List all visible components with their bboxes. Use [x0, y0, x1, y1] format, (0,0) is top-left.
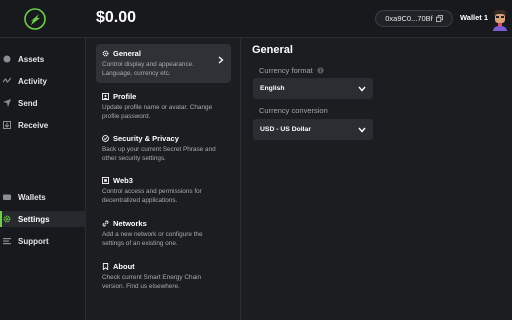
sidebar-item-label: Assets: [18, 54, 45, 64]
general-settings-panel: General Currency format English Currency…: [240, 38, 512, 320]
balance-amount: $0.00: [96, 9, 137, 26]
sidebar-item-label: Activity: [18, 76, 47, 86]
activity-icon: [3, 77, 11, 83]
avatar[interactable]: [491, 9, 509, 31]
settings-item-web3[interactable]: Web3 Control access and permissions for …: [96, 171, 231, 210]
wallet-address: 0xa9C0...70Bf: [385, 14, 433, 23]
settings-item-description: Control display and appearance. Language…: [102, 61, 195, 77]
gear-icon: [102, 50, 109, 57]
sidebar-item-activity[interactable]: Activity: [0, 73, 86, 89]
shield-icon: [102, 135, 109, 142]
network-icon: [102, 220, 109, 227]
currency-conversion-select[interactable]: USD - US Dollar: [253, 119, 373, 140]
field-label-text: Currency format: [259, 66, 313, 75]
currency-conversion-label: Currency conversion: [259, 106, 328, 115]
settings-item-description: Control access and permissions for decen…: [102, 188, 202, 204]
settings-item-description: Update profile name or avatar. Change pr…: [102, 104, 213, 120]
settings-item-title: General: [113, 49, 141, 58]
support-icon: [3, 238, 11, 245]
settings-item-title: About: [113, 262, 135, 271]
wallet-icon: [3, 194, 11, 200]
top-bar: $0.00 0xa9C0...70Bf Wallet 1: [0, 0, 512, 38]
receive-icon: [3, 121, 11, 129]
settings-item-title: Web3: [113, 176, 133, 185]
chevron-down-icon: [358, 86, 366, 92]
sidebar-item-label: Support: [18, 236, 49, 246]
copy-icon: [435, 15, 443, 22]
sidebar-item-support[interactable]: Support: [0, 233, 86, 249]
settings-item-title: Security & Privacy: [113, 134, 179, 143]
settings-item-profile[interactable]: Profile Update profile name or avatar. C…: [96, 87, 231, 126]
sidebar-item-label: Receive: [18, 120, 49, 130]
settings-item-title: Networks: [113, 219, 147, 228]
sidebar-item-send[interactable]: Send: [0, 95, 86, 111]
bookmark-icon: [102, 263, 109, 270]
gear-icon: [3, 215, 11, 223]
coin-icon: [3, 55, 11, 63]
sidebar: Assets Activity Send Receive Wallets Set…: [0, 38, 86, 320]
sidebar-item-label: Settings: [18, 214, 50, 224]
settings-item-security-privacy[interactable]: Security & Privacy Back up your current …: [96, 129, 231, 168]
settings-item-networks[interactable]: Networks Add a new network or configure …: [96, 214, 231, 253]
chevron-right-icon: [218, 56, 224, 64]
wallet-address-button[interactable]: 0xa9C0...70Bf: [375, 10, 453, 27]
web3-icon: [102, 177, 109, 184]
sidebar-item-receive[interactable]: Receive: [0, 117, 86, 133]
wallet-name[interactable]: Wallet 1: [460, 13, 488, 22]
field-label-text: Currency conversion: [259, 106, 328, 115]
sidebar-item-label: Send: [18, 98, 38, 108]
profile-icon: [102, 93, 109, 100]
sidebar-item-wallets[interactable]: Wallets: [0, 189, 86, 205]
currency-format-select[interactable]: English: [253, 78, 373, 99]
settings-item-description: Check current Smart Energy Chain version…: [102, 274, 202, 290]
sidebar-item-assets[interactable]: Assets: [0, 51, 86, 67]
send-icon: [3, 99, 11, 107]
currency-conversion-value: USD - US Dollar: [260, 126, 311, 133]
settings-item-title: Profile: [113, 92, 137, 101]
panel-title: General: [252, 44, 293, 56]
currency-format-value: English: [260, 85, 285, 92]
currency-format-label: Currency format: [259, 66, 324, 75]
settings-item-description: Add a new network or configure the setti…: [102, 231, 203, 247]
sidebar-item-settings[interactable]: Settings: [0, 211, 86, 227]
app-logo-icon[interactable]: [24, 8, 46, 30]
settings-menu: General Control display and appearance. …: [86, 38, 240, 320]
settings-item-about[interactable]: About Check current Smart Energy Chain v…: [96, 257, 231, 296]
sidebar-item-label: Wallets: [18, 192, 46, 202]
settings-item-general[interactable]: General Control display and appearance. …: [96, 44, 231, 83]
chevron-down-icon: [358, 127, 366, 133]
info-icon[interactable]: [317, 67, 324, 74]
settings-item-description: Back up your current Secret Phrase and o…: [102, 146, 216, 162]
